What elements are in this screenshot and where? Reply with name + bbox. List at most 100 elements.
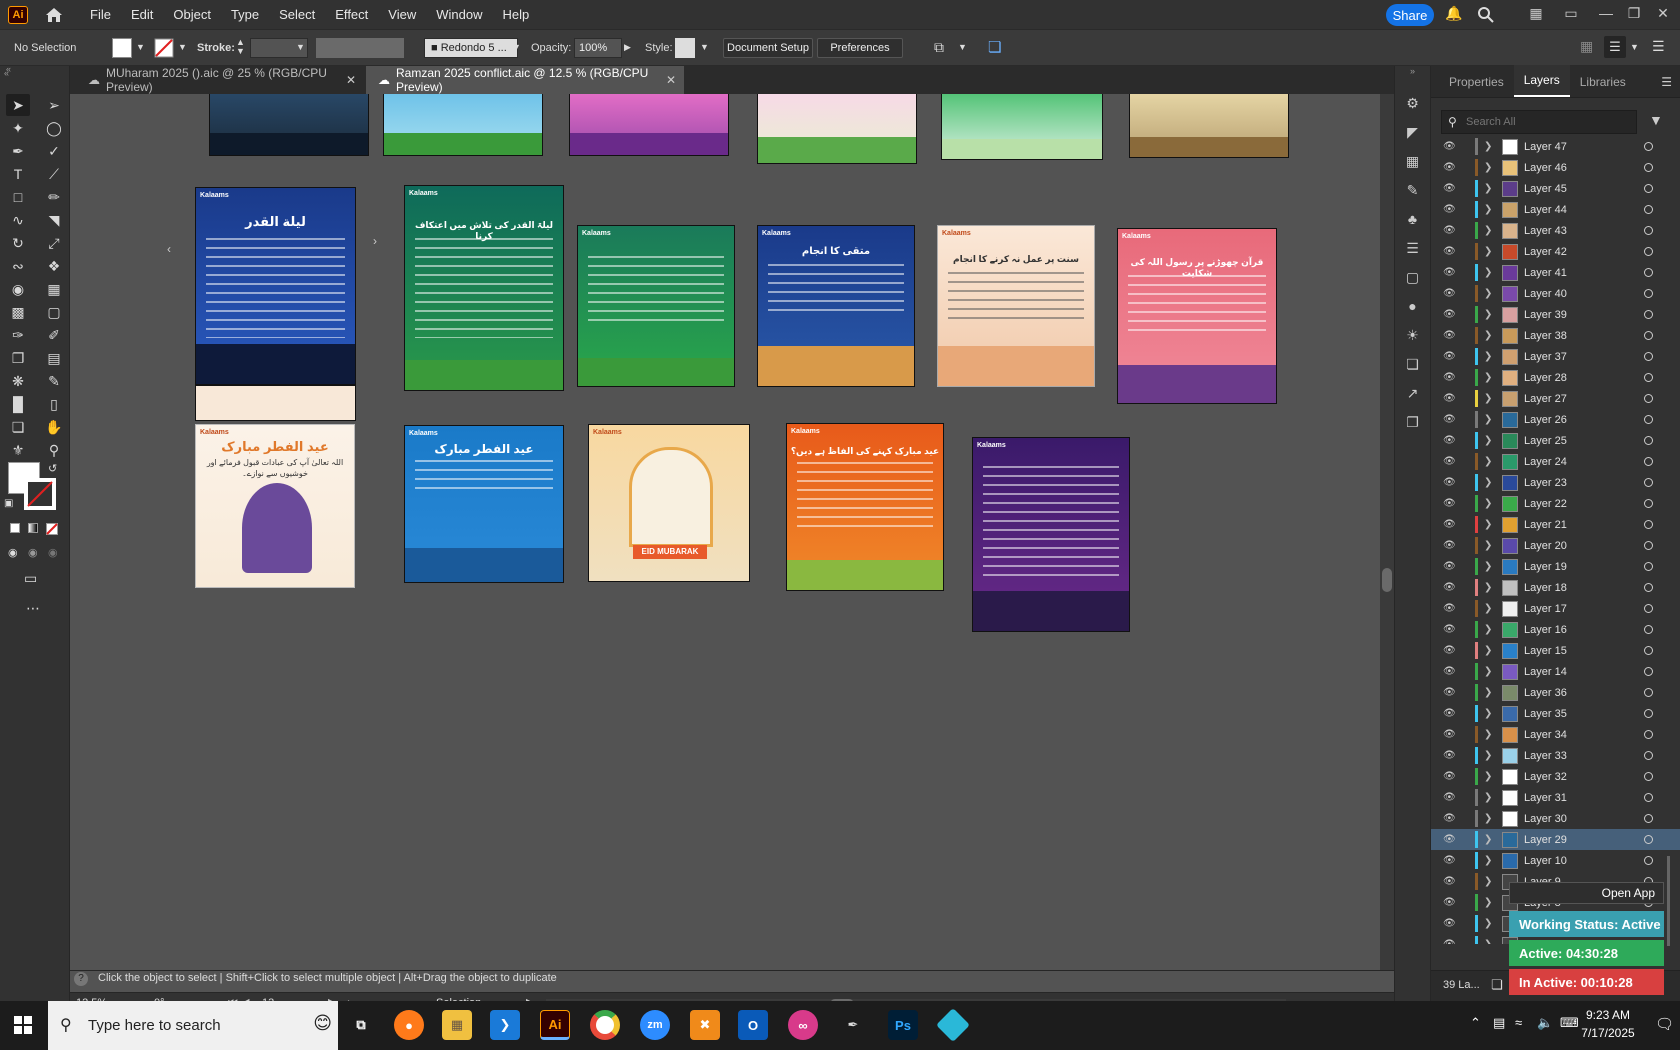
visibility-eye-icon[interactable]: 👁	[1443, 456, 1459, 467]
visibility-eye-icon[interactable]: 👁	[1443, 330, 1459, 341]
minimize-icon[interactable]: —	[1595, 4, 1617, 22]
chevron-right-icon[interactable]: ▶	[624, 42, 631, 53]
layer-row[interactable]: 👁 ❯ Layer 38	[1431, 325, 1680, 346]
menu-edit[interactable]: Edit	[123, 7, 161, 22]
panel-menu-icon[interactable]: ☰	[1653, 75, 1680, 97]
layer-row[interactable]: 👁 ❯ Layer 29	[1431, 829, 1680, 850]
properties-icon[interactable]: ⚙	[1401, 92, 1425, 114]
layer-row[interactable]: 👁 ❯ Layer 32	[1431, 766, 1680, 787]
target-icon[interactable]	[1644, 751, 1653, 760]
layer-name[interactable]: Layer 19	[1524, 561, 1634, 573]
wifi-icon[interactable]: ≈	[1515, 1015, 1522, 1030]
layer-row[interactable]: 👁 ❯ Layer 39	[1431, 304, 1680, 325]
menu-view[interactable]: View	[380, 7, 424, 22]
layer-row[interactable]: 👁 ❯ Layer 20	[1431, 535, 1680, 556]
layer-name[interactable]: Layer 45	[1524, 183, 1634, 195]
layer-row[interactable]: 👁 ❯ Layer 33	[1431, 745, 1680, 766]
target-icon[interactable]	[1644, 415, 1653, 424]
expand-chevron-icon[interactable]: ❯	[1484, 771, 1496, 782]
target-icon[interactable]	[1644, 520, 1653, 529]
target-icon[interactable]	[1644, 625, 1653, 634]
layer-row[interactable]: 👁 ❯ Layer 18	[1431, 577, 1680, 598]
visibility-eye-icon[interactable]: 👁	[1443, 855, 1459, 866]
target-icon[interactable]	[1644, 583, 1653, 592]
rotate-tool-icon[interactable]: ↻	[6, 232, 30, 254]
layer-row[interactable]: 👁 ❯ Layer 37	[1431, 346, 1680, 367]
artboard-muttaqi[interactable]: Kalaams متقی کا انجام	[757, 225, 915, 387]
layer-name[interactable]: Layer 16	[1524, 624, 1634, 636]
layer-name[interactable]: Layer 25	[1524, 435, 1634, 447]
visibility-eye-icon[interactable]: 👁	[1443, 288, 1459, 299]
layer-name[interactable]: Layer 36	[1524, 687, 1634, 699]
visibility-eye-icon[interactable]: 👁	[1443, 204, 1459, 215]
layer-name[interactable]: Layer 47	[1524, 141, 1634, 153]
creative-cloud-icon[interactable]: ∞	[788, 1010, 818, 1040]
network-icon[interactable]: ▤	[1493, 1015, 1505, 1031]
tab-muharam[interactable]: ☁ MUharam 2025 ().aic @ 25 % (RGB/CPU Pre…	[76, 66, 364, 94]
visibility-eye-icon[interactable]: 👁	[1443, 876, 1459, 887]
artboard-eid-1[interactable]: Kalaams عید الفطر مبارک اللہ تعالیٰ آپ ک…	[195, 424, 355, 588]
symbols-icon[interactable]: ♣	[1401, 208, 1425, 230]
expand-chevron-icon[interactable]: ❯	[1484, 561, 1496, 572]
menu-icon[interactable]: ☰	[1652, 38, 1665, 55]
style-swatch[interactable]	[675, 38, 695, 58]
layer-row[interactable]: 👁 ❯ Layer 17	[1431, 598, 1680, 619]
expand-chevron-icon[interactable]: ❯	[1484, 183, 1496, 194]
layer-row[interactable]: 👁 ❯ Layer 45	[1431, 178, 1680, 199]
stroke-stepper[interactable]: ▲ ▼	[236, 38, 245, 56]
artboard-top-1[interactable]	[209, 94, 369, 156]
chevron-down-icon[interactable]: ▼	[512, 42, 521, 52]
swatches-icon[interactable]: ▦	[1401, 150, 1425, 172]
tray-chevron-icon[interactable]: ⌃	[1470, 1015, 1481, 1031]
visibility-eye-icon[interactable]: 👁	[1443, 225, 1459, 236]
visibility-eye-icon[interactable]: 👁	[1443, 939, 1459, 944]
shape-builder-tool-icon[interactable]: ◉	[6, 278, 30, 300]
layer-name[interactable]: Layer 40	[1524, 288, 1634, 300]
visibility-eye-icon[interactable]: 👁	[1443, 561, 1459, 572]
layer-name[interactable]: Layer 18	[1524, 582, 1634, 594]
layer-row[interactable]: 👁 ❯ Layer 16	[1431, 619, 1680, 640]
live-paint-tool-icon[interactable]: ▤	[42, 347, 66, 369]
chevron-down-icon[interactable]: ▼	[178, 42, 187, 52]
visibility-eye-icon[interactable]: 👁	[1443, 372, 1459, 383]
target-icon[interactable]	[1644, 142, 1653, 151]
rectangle-tool-icon[interactable]: □	[6, 186, 30, 208]
target-icon[interactable]	[1644, 793, 1653, 802]
layer-name[interactable]: Layer 10	[1524, 855, 1634, 867]
visibility-eye-icon[interactable]: 👁	[1443, 687, 1459, 698]
layer-name[interactable]: Layer 29	[1524, 834, 1634, 846]
canvas[interactable]: Kalaams ليلة القدر Kalaams لیلۃ القدر کی…	[71, 94, 1380, 970]
close-icon[interactable]: ✕	[1652, 4, 1674, 22]
illustrator-taskbar-icon[interactable]: Ai	[540, 1010, 570, 1040]
stroke-swatch[interactable]	[154, 38, 174, 58]
artboard-itikaf[interactable]: Kalaams لیلۃ القدر کی تلاش میں اعتکاف کر…	[404, 185, 564, 391]
expand-chevron-icon[interactable]: ❯	[1484, 582, 1496, 593]
target-icon[interactable]	[1644, 814, 1653, 823]
expand-chevron-icon[interactable]: ❯	[1484, 708, 1496, 719]
visibility-eye-icon[interactable]: 👁	[1443, 624, 1459, 635]
target-icon[interactable]	[1644, 163, 1653, 172]
taskbar-search[interactable]: ⚲ Type here to search 😊	[48, 1001, 338, 1050]
transparency-icon[interactable]: ●	[1401, 295, 1425, 317]
target-icon[interactable]	[1644, 226, 1653, 235]
layer-row[interactable]: 👁 ❯ Layer 42	[1431, 241, 1680, 262]
visibility-eye-icon[interactable]: 👁	[1443, 582, 1459, 593]
draw-behind-icon[interactable]: ◉	[28, 546, 38, 559]
vscode-icon[interactable]: ❯	[490, 1010, 520, 1040]
chevron-down-icon[interactable]: ▼	[136, 42, 145, 52]
target-icon[interactable]	[1644, 184, 1653, 193]
pen-app-icon[interactable]: ✒	[838, 1010, 868, 1040]
visibility-eye-icon[interactable]: 👁	[1443, 897, 1459, 908]
vertical-scrollbar[interactable]	[1380, 94, 1394, 970]
photoshop-icon[interactable]: Ps	[888, 1010, 918, 1040]
visibility-eye-icon[interactable]: 👁	[1443, 351, 1459, 362]
variable-width-profile[interactable]	[316, 38, 404, 58]
graphic-styles-icon[interactable]: ❏	[1401, 353, 1425, 375]
layer-name[interactable]: Layer 23	[1524, 477, 1634, 489]
opacity-field[interactable]: 100%	[574, 38, 622, 58]
visibility-eye-icon[interactable]: 👁	[1443, 141, 1459, 152]
image-trace-icon[interactable]: ◤	[1401, 121, 1425, 143]
expand-chevron-icon[interactable]: ❯	[1484, 666, 1496, 677]
appearance-icon[interactable]: ☀	[1401, 324, 1425, 346]
artboard-laylat-qadr[interactable]: Kalaams ليلة القدر	[195, 187, 356, 385]
